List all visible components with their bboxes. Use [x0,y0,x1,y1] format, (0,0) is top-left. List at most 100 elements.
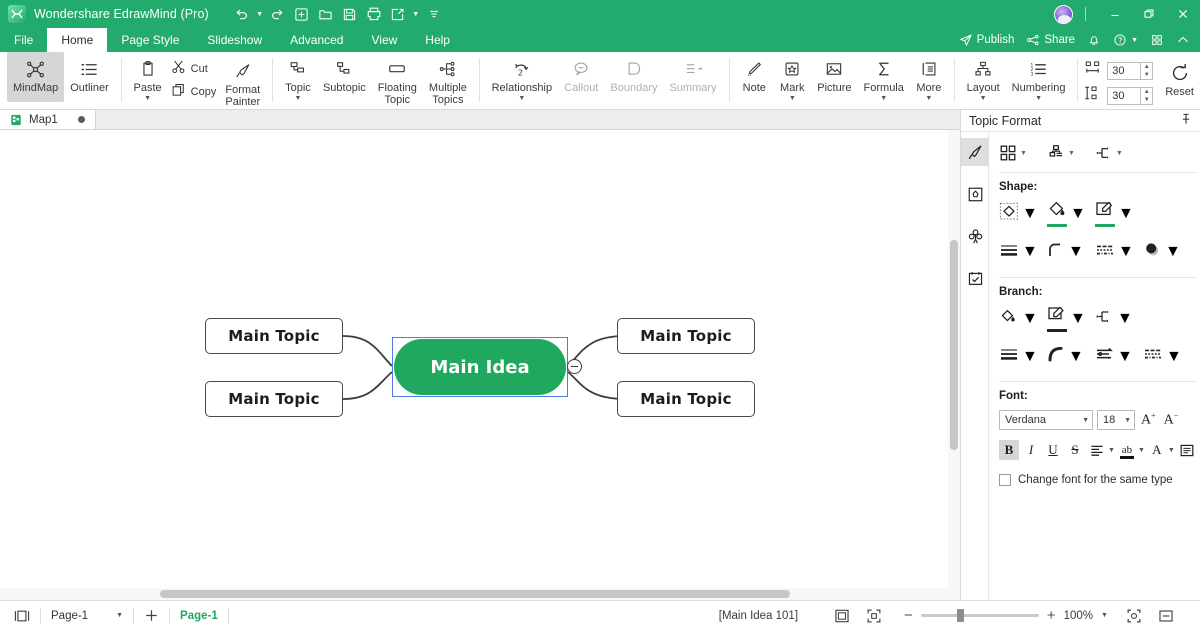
branch-style-button[interactable]: ▼ [1095,144,1123,162]
theme-caret-icon[interactable]: ▼ [1020,150,1027,157]
notifications-button[interactable] [1083,33,1105,47]
font-color-caret-icon[interactable]: ▼ [1168,447,1175,454]
undo-icon[interactable] [231,3,253,25]
menu-item-view[interactable]: View [357,28,411,52]
picture-button[interactable]: Picture [811,52,857,94]
focus-mode-icon[interactable] [1126,608,1142,624]
print-icon[interactable] [363,3,385,25]
branch-fill-caret-icon[interactable]: ▼ [1022,310,1038,328]
relationship-caret-icon[interactable]: ▼ [518,95,525,102]
formula-button[interactable]: Formula ▼ [858,52,910,102]
topic-node-top-left[interactable]: Main Topic [205,318,343,354]
topic-caret-icon[interactable]: ▼ [295,95,302,102]
add-page-icon[interactable] [144,608,159,623]
layout-button[interactable]: Layout ▼ [961,52,1006,102]
collapse-ribbon-button[interactable] [1172,33,1194,47]
vertical-spacing-input[interactable]: 30 [1107,86,1142,105]
line-weight-button[interactable]: ▼ [999,242,1047,263]
canvas-vertical-scroll-thumb[interactable] [950,240,958,450]
export-icon[interactable] [387,3,409,25]
horizontal-spacing-stepper[interactable]: ▲ ▼ [1141,61,1154,80]
branch-dash-caret-icon[interactable]: ▼ [1166,348,1182,366]
shadow-caret-icon[interactable]: ▼ [1165,243,1181,261]
underline-button[interactable]: U [1043,440,1063,460]
redo-icon[interactable] [267,3,289,25]
more-insert-button[interactable]: More ▼ [910,52,948,102]
menu-item-help[interactable]: Help [411,28,464,52]
format-painter-button[interactable]: Format Painter [219,56,266,108]
canvas-horizontal-scroll-thumb[interactable] [160,590,790,598]
document-tab-map1[interactable]: Map1 [0,110,96,129]
branch-arrow-button[interactable]: ▼ [1095,346,1143,367]
panel-tab-task[interactable] [961,264,989,292]
font-color-button[interactable]: A ▼ [1147,440,1175,460]
font-size-select[interactable]: 18 ▼ [1097,410,1135,430]
panel-tab-style[interactable] [961,138,989,166]
branch-connector-caret-icon[interactable]: ▼ [1117,310,1133,328]
relationship-button[interactable]: 2 Relationship ▼ [486,52,559,102]
change-font-same-type-row[interactable]: Change font for the same type [999,474,1197,486]
summary-button[interactable]: Summary [663,52,722,94]
page-view-icon[interactable] [14,609,30,623]
mark-button[interactable]: Mark ▼ [773,52,811,102]
text-align-button[interactable]: ▼ [1087,440,1115,460]
page-select-caret-icon[interactable]: ▼ [116,612,123,619]
branch-fill-button[interactable]: ▼ [999,308,1047,330]
center-topic-node[interactable]: Main Idea [394,339,566,395]
branch-weight-caret-icon[interactable]: ▼ [1022,348,1038,366]
undo-caret-icon[interactable]: ▼ [255,3,265,25]
shadow-button[interactable]: ▼ [1143,241,1183,263]
export-caret-icon[interactable]: ▼ [411,3,421,25]
minimize-button[interactable] [1098,0,1132,28]
share-button[interactable]: Share [1022,33,1079,47]
text-align-caret-icon[interactable]: ▼ [1108,447,1115,454]
zoom-slider[interactable] [920,609,1039,622]
topic-node-bottom-left[interactable]: Main Topic [205,381,343,417]
new-icon[interactable] [291,3,313,25]
publish-button[interactable]: Publish [955,33,1019,47]
text-highlight-caret-icon[interactable]: ▼ [1138,447,1145,454]
bold-button[interactable]: B [999,440,1019,460]
font-family-caret-icon[interactable]: ▼ [1076,417,1089,424]
multiple-topics-button[interactable]: Multiple Topics [423,52,473,106]
zoom-level-caret-icon[interactable]: ▼ [1101,612,1108,619]
reset-button[interactable]: Reset [1159,52,1200,98]
menu-item-page-style[interactable]: Page Style [107,28,193,52]
corner-style-caret-icon[interactable]: ▼ [1068,243,1084,261]
branch-weight-button[interactable]: ▼ [999,346,1047,367]
italic-button[interactable]: I [1021,440,1041,460]
topic-node-top-right[interactable]: Main Topic [617,318,755,354]
outliner-button[interactable]: Outliner [64,52,115,94]
shape-outline-caret-icon[interactable]: ▼ [1118,205,1134,223]
branch-dash-button[interactable]: ▼ [1143,346,1183,367]
zoom-out-button[interactable]: − [904,608,913,623]
branch-connector-button[interactable]: ▼ [1095,308,1143,330]
numbering-caret-icon[interactable]: ▼ [1035,95,1042,102]
shape-outline-button[interactable]: ▼ [1095,201,1143,227]
note-button[interactable]: Note [735,52,773,94]
branch-curve-caret-icon[interactable]: ▼ [1068,348,1084,366]
menu-item-file[interactable]: File [0,28,47,52]
zoom-in-button[interactable]: + [1047,608,1056,623]
copy-button[interactable]: Copy [168,81,220,102]
line-dash-button[interactable]: ▼ [1095,242,1143,263]
menu-item-slideshow[interactable]: Slideshow [193,28,276,52]
more-quick-access-icon[interactable] [423,3,445,25]
floating-topic-button[interactable]: Floating Topic [372,52,423,106]
cut-button[interactable]: Cut [168,58,220,79]
save-icon[interactable] [339,3,361,25]
callout-button[interactable]: Callout [558,52,604,94]
corner-style-button[interactable]: ▼ [1047,242,1095,263]
branch-outline-caret-icon[interactable]: ▼ [1070,310,1086,328]
numbering-button[interactable]: 123 Numbering ▼ [1006,52,1072,102]
topic-node-bottom-right[interactable]: Main Topic [617,381,755,417]
menu-item-home[interactable]: Home [47,28,108,52]
apps-button[interactable] [1146,33,1168,47]
branch-arrow-caret-icon[interactable]: ▼ [1117,348,1133,366]
text-highlight-button[interactable]: ab ▼ [1117,440,1145,460]
line-dash-caret-icon[interactable]: ▼ [1118,243,1134,261]
paste-button[interactable]: Paste ▼ [128,56,168,102]
strikethrough-button[interactable]: S [1065,440,1085,460]
close-button[interactable] [1166,0,1200,28]
font-size-caret-icon[interactable]: ▼ [1118,417,1131,424]
